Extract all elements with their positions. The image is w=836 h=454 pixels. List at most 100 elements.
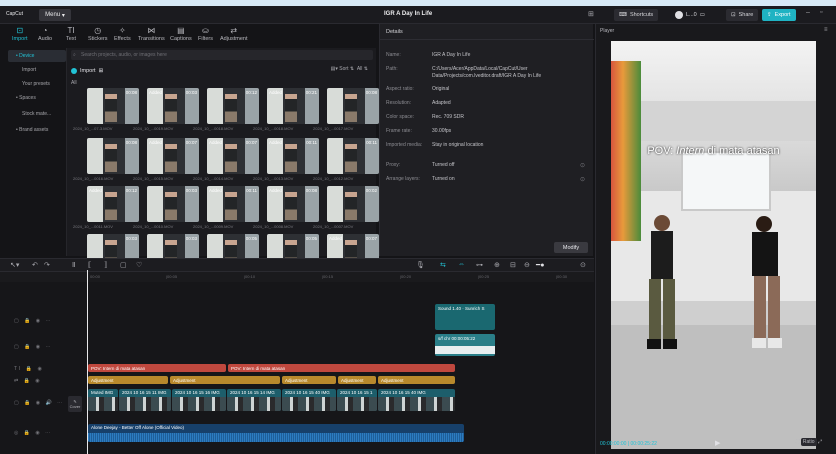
tool-import[interactable]: ⊡ Import [12,26,28,42]
share-button[interactable]: ⊡ Share [726,9,759,21]
media-thumbnail[interactable]: 00:03 Added [147,88,199,124]
details-value: Stay in original location [432,142,484,148]
tool-text[interactable]: TI Text [66,26,76,42]
media-thumbnail[interactable]: 00:08 [87,88,139,124]
text-clip[interactable]: POV: Intern di mata atasan [228,364,455,372]
video-clip[interactable]: 2024 10 16 15 11 IMG [119,389,171,411]
import-button[interactable]: Import ⊞ [71,66,103,76]
tool-transitions[interactable]: ⋈ Transitions [138,26,165,42]
link-icon[interactable]: ⊶ [476,261,483,269]
effects-icon: ✧ [119,26,126,35]
media-thumbnail[interactable]: 00:07 Added [207,138,259,174]
text-clip[interactable]: POV: Intern di mata atasan [88,364,226,372]
mic-icon[interactable]: 🎙 [416,261,425,269]
video-preview[interactable]: POV: Intern di mata atasan [611,41,816,449]
media-thumbnail[interactable]: 00:08 Added [267,186,319,222]
track-controls[interactable]: TI 🔒 ◉ [14,366,44,372]
video-clip[interactable]: 2024 10 16 15 16 IMG [172,389,226,411]
video-clip[interactable]: Muted IMG [88,389,118,411]
media-thumbnail[interactable]: 00:21 Added [267,88,319,124]
sfx-clip[interactable]: Sound 1.40 · Sunrich S [435,304,495,330]
modify-button[interactable]: Modify [554,242,588,253]
media-thumbnail[interactable]: 00:11 Added [267,138,319,174]
video-clip[interactable]: 2024 10 16 15 1 [337,389,377,411]
media-thumbnail[interactable]: 00:08 [87,138,139,174]
track-controls[interactable]: ▢ 🔒 ◉ ⋯ [14,318,52,324]
player-timecode: 00:00:00:00 | 00:00:25:22 [600,441,657,447]
search-input[interactable]: ⌕ Search projects, audio, or images here [71,50,373,60]
redo-icon[interactable]: ↷ [44,261,50,269]
track-controls[interactable]: ◎ 🔒 ◉ ⋯ [14,430,52,436]
sidebar-item-import[interactable]: Import [8,64,66,76]
media-thumbnail[interactable]: 00:02 [327,186,379,222]
adjustment-clip[interactable]: Adjustment [338,376,376,384]
details-value: C:/Users/Acer/AppData/Local/CapCut/User … [432,66,542,79]
sidebar-item-brand[interactable]: • Brand assets [8,124,66,136]
export-button[interactable]: ⇪ Export [762,9,796,21]
media-thumbnail[interactable]: 00:11 Added [207,186,259,222]
cover-button[interactable]: ✎ Cover [68,396,82,412]
tool-captions[interactable]: ▤ Captions [170,26,192,42]
video-clip[interactable]: 2024 10 16 15 14 IMG [227,389,281,411]
media-thumbnail[interactable]: 00:12 Added [87,186,139,222]
delete-icon[interactable]: ▢ [120,261,127,269]
preview-axis-icon[interactable]: ⊕ [494,261,500,269]
playhead[interactable] [87,270,88,454]
menu-button[interactable]: Menu ▾ [39,9,71,21]
player-right-controls[interactable]: ⛶ Ratio ⤢ [796,438,822,446]
details-key: Color space: [386,114,415,120]
main-track-icon[interactable]: ⇆ [440,261,446,269]
audio-clip[interactable]: Alone Deejay - Better Off Alone (Officia… [88,424,464,442]
media-thumbnail[interactable]: 00:07 Added [147,138,199,174]
settings-icon[interactable]: ⊙ [580,261,586,269]
sfx-clip[interactable]: s/f chr 00:00:05:22 [435,334,495,356]
sidebar-item-stock[interactable]: Stock mate... [8,108,66,120]
details-row: Imported media: Stay in original location [386,142,590,148]
sidebar-item-spaces[interactable]: • Spaces [8,92,66,104]
minimize-icon[interactable]: – [806,9,810,16]
media-thumbnail[interactable]: 00:03 [147,186,199,222]
media-thumbnail[interactable]: 00:11 [327,138,379,174]
select-icon[interactable]: ↖▾ [10,261,19,269]
undo-icon[interactable]: ↶ [32,261,38,269]
info-icon[interactable]: ⊙ [580,162,585,169]
media-thumbnail[interactable]: 00:08 [327,88,379,124]
split-right-icon[interactable]: ⟧ [104,261,107,269]
split-left-icon[interactable]: ⟦ [88,261,91,269]
video-clip[interactable]: 2024 10 16 15 40 IMG [378,389,455,411]
video-clip[interactable]: 2024 10 16 15 40 IMG [282,389,336,411]
sort-controls[interactable]: ▤▾ Sort ⇅ All ⇅ [331,66,368,72]
adjustment-clip[interactable]: Adjustment [378,376,455,384]
sidebar-item-presets[interactable]: Your presets [8,78,66,90]
magnet-icon[interactable]: ⇔ [458,261,465,268]
layout-icon[interactable]: ⊞ [588,10,594,18]
adjustment-clip[interactable]: Adjustment [88,376,168,384]
adjustment-clip[interactable]: Adjustment [282,376,336,384]
timeline-ruler[interactable]: 00:00 |00:05 |00:10 |00:15 |00:20 |00:25… [0,272,594,282]
tool-effects[interactable]: ✧ Effects [114,26,131,42]
tool-audio[interactable]: ◔ Audio [38,26,52,42]
shortcuts-button[interactable]: ⌨ Shortcuts [614,9,659,21]
zoom-out-icon[interactable]: ⊖ [524,261,530,269]
tool-adjustment[interactable]: ⇄ Adjustment [220,26,248,42]
tool-filters[interactable]: ⛀ Filters [198,26,213,42]
tool-stickers[interactable]: ◷ Stickers [88,26,108,42]
track-controls[interactable]: ⇄ 🔒 ◉ [14,378,42,384]
details-header: Details [380,24,594,40]
maximize-icon[interactable]: ▫ [820,9,822,16]
project-title: IGR A Day In Life [384,11,433,17]
info-icon[interactable]: ⊙ [580,176,585,183]
media-thumbnail[interactable]: 00:12 [207,88,259,124]
user-account[interactable]: L...0 ▭ [670,9,710,21]
menu-icon[interactable]: ≡ [824,27,828,33]
shield-icon[interactable]: ♡ [136,261,142,269]
adjustment-clip[interactable]: Adjustment [170,376,280,384]
play-icon[interactable]: ▶ [715,439,720,447]
track-controls[interactable]: ▢ 🔒 ◉ ⋯ [14,344,52,350]
split-icon[interactable]: Ⅱ [72,261,75,269]
sidebar-item-device[interactable]: • Device [8,50,66,62]
media-filename: 2024_10_...0015.MOV [133,176,174,181]
snap-icon[interactable]: ⊟ [510,261,516,269]
track-controls[interactable]: ▢ 🔒 ◉ 🔊 ⋯ [14,400,64,406]
zoom-slider[interactable]: ━● [536,261,544,269]
